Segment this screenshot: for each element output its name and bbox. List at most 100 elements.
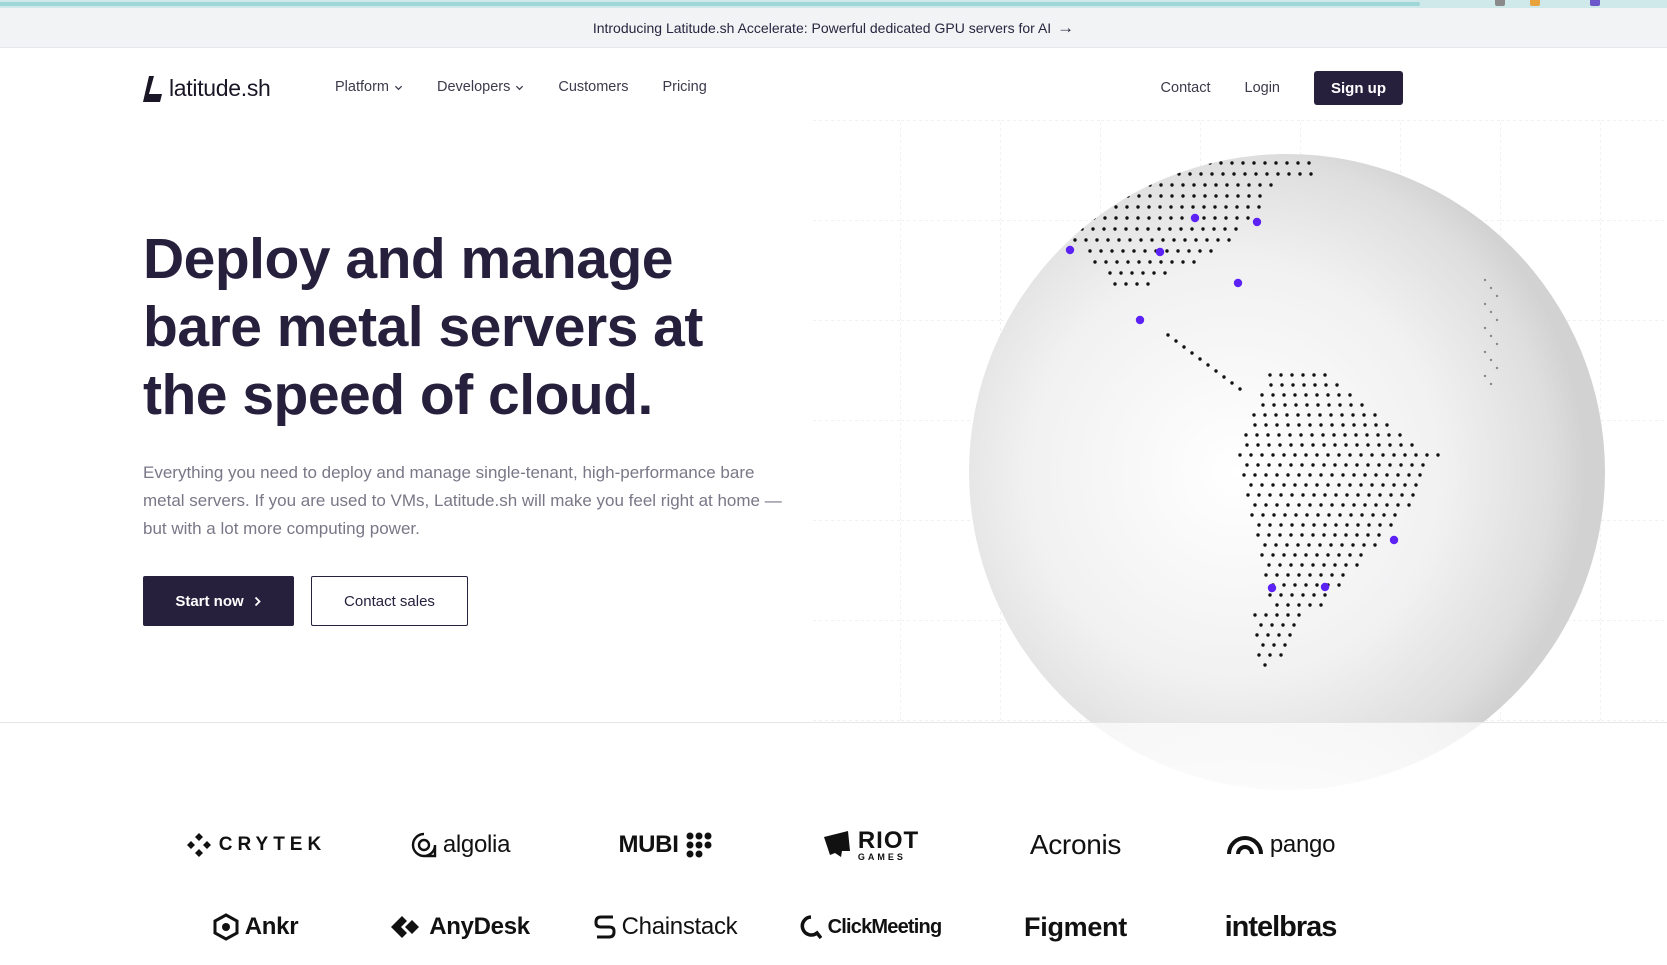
map-dot: [1307, 413, 1311, 417]
clickmeeting-logo-text: ClickMeeting: [827, 915, 943, 938]
map-dot: [1283, 643, 1287, 647]
map-dot: [1119, 271, 1123, 275]
globe-sphere: [969, 154, 1605, 790]
map-dot: [1381, 453, 1385, 457]
map-dot: [1238, 387, 1242, 391]
map-dot: [1418, 473, 1422, 477]
map-dot: [1266, 633, 1270, 637]
map-dot: [1280, 383, 1284, 387]
start-now-button[interactable]: Start now: [143, 576, 294, 626]
chainstack-logo: Chainstack: [563, 913, 768, 941]
map-dot: [1360, 513, 1364, 517]
map-dot: [1489, 334, 1493, 338]
map-dot: [1407, 503, 1411, 507]
map-dot: [1382, 513, 1386, 517]
ankr-logo-text: Ankr: [244, 913, 299, 940]
map-dot: [1338, 403, 1342, 407]
map-dot: [1414, 483, 1418, 487]
intelbras-logo: intelbras: [1178, 911, 1383, 944]
map-dot: [1202, 205, 1206, 209]
map-dot: [1334, 493, 1338, 497]
chevron-down-icon: [516, 85, 524, 90]
map-dot: [1304, 483, 1308, 487]
map-dot: [1282, 553, 1286, 557]
nav-item-platform[interactable]: Platform: [335, 79, 403, 95]
map-dot: [1260, 393, 1264, 397]
map-dot: [1355, 563, 1359, 567]
map-dot: [1334, 523, 1338, 527]
map-dot: [1348, 483, 1352, 487]
map-dot: [1489, 286, 1493, 290]
contact-link[interactable]: Contact: [1161, 80, 1211, 96]
extension-icon[interactable]: [1530, 0, 1540, 6]
start-now-label: Start now: [175, 592, 244, 610]
map-dot: [1345, 523, 1349, 527]
map-dot: [1483, 278, 1487, 282]
announcement-bar[interactable]: Introducing Latitude.sh Accelerate: Powe…: [0, 8, 1667, 48]
extension-icon[interactable]: [1495, 0, 1505, 6]
map-dot: [1282, 583, 1286, 587]
map-dot: [1311, 443, 1315, 447]
map-dot: [1286, 423, 1290, 427]
map-dot: [1330, 503, 1334, 507]
map-dot: [1264, 573, 1268, 577]
map-dot: [1250, 513, 1254, 517]
intelbras-logo-text: intelbras: [1224, 910, 1338, 943]
map-dot: [1253, 613, 1257, 617]
map-dot: [1292, 623, 1296, 627]
map-dot: [1349, 403, 1353, 407]
map-dot: [1425, 453, 1429, 457]
map-dot: [1330, 573, 1334, 577]
map-dot: [1489, 382, 1493, 386]
map-dot: [1388, 463, 1392, 467]
map-dot: [1136, 216, 1140, 220]
nav-item-pricing[interactable]: Pricing: [662, 79, 706, 95]
map-dot: [1099, 249, 1103, 253]
map-dot: [1286, 503, 1290, 507]
chainstack-logo-text: Chainstack: [621, 913, 738, 940]
map-dot: [1235, 216, 1239, 220]
map-dot: [1315, 583, 1319, 587]
map-dot: [1275, 603, 1279, 607]
map-dot: [1378, 523, 1382, 527]
map-dot: [1300, 533, 1304, 537]
map-dot: [1114, 216, 1118, 220]
contact-sales-button[interactable]: Contact sales: [311, 576, 468, 626]
map-dot: [1312, 373, 1316, 377]
latitude-logo[interactable]: latitude.sh: [143, 75, 271, 102]
nav-item-developers[interactable]: Developers: [437, 79, 524, 95]
map-dot: [1257, 493, 1261, 497]
map-dot: [1213, 205, 1217, 209]
map-dot: [1267, 533, 1271, 537]
map-dot: [1359, 453, 1363, 457]
map-dot: [1234, 227, 1238, 231]
map-dot: [1393, 513, 1397, 517]
map-dot: [1073, 238, 1077, 242]
map-dot: [1322, 533, 1326, 537]
riot-logo-icon: [823, 831, 850, 857]
map-dot: [1244, 433, 1248, 437]
signup-button[interactable]: Sign up: [1314, 71, 1403, 105]
map-dot: [1243, 172, 1247, 176]
figment-logo-text: Figment: [1024, 911, 1127, 942]
map-dot: [1304, 553, 1308, 557]
map-dot: [1311, 563, 1315, 567]
map-dot: [1293, 553, 1297, 557]
map-dot: [1271, 453, 1275, 457]
acronis-logo: Acronis: [973, 829, 1178, 861]
map-dot: [1223, 227, 1227, 231]
map-dot: [1253, 473, 1257, 477]
map-dot: [1169, 205, 1173, 209]
map-dot: [1297, 603, 1301, 607]
extension-icon[interactable]: [1590, 0, 1600, 6]
map-dot: [1286, 573, 1290, 577]
map-dot: [1318, 543, 1322, 547]
algolia-logo: algolia: [358, 831, 563, 859]
map-dot: [1199, 172, 1203, 176]
map-dot: [1392, 453, 1396, 457]
nav-item-customers[interactable]: Customers: [558, 79, 628, 95]
login-link[interactable]: Login: [1245, 80, 1280, 96]
map-dot: [1259, 623, 1263, 627]
pango-logo-icon: [1226, 836, 1263, 855]
map-dot: [1322, 443, 1326, 447]
